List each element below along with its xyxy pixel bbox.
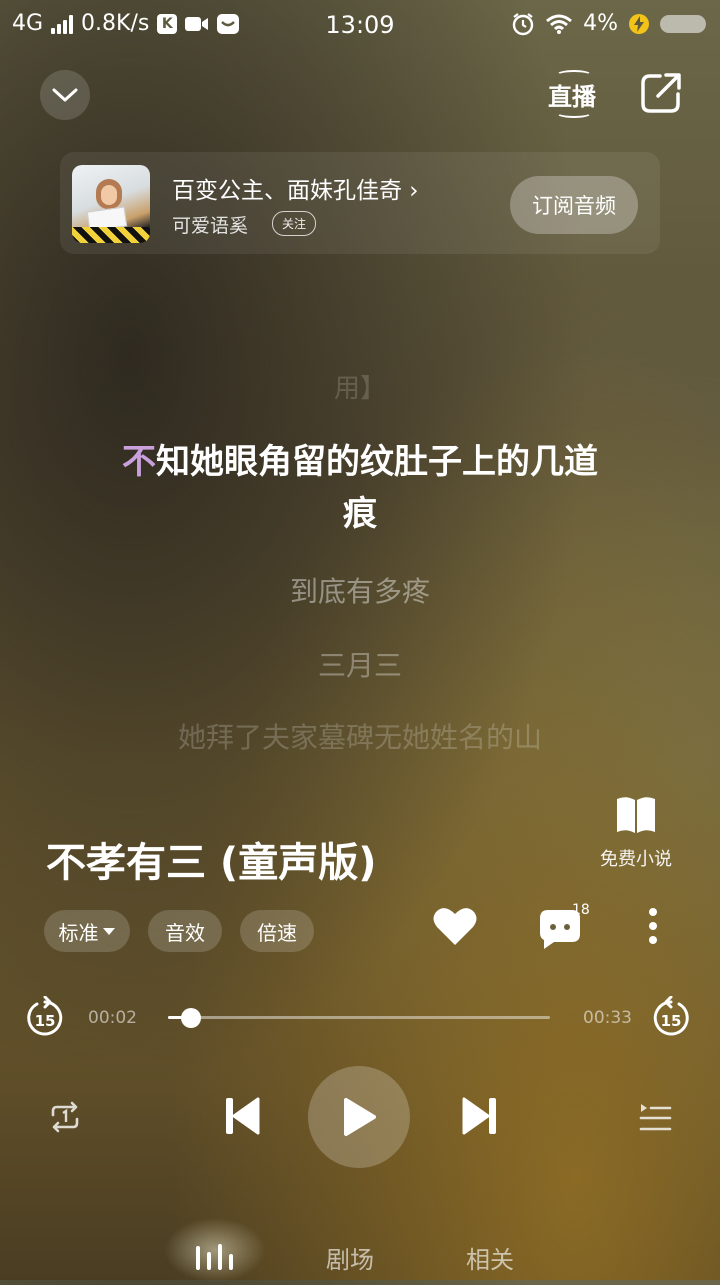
forward-15-icon: 15 (653, 995, 689, 1036)
repeat-mode-button[interactable] (46, 1098, 84, 1136)
follow-button[interactable]: 关注 (272, 211, 317, 236)
artist-avatar[interactable] (72, 165, 150, 243)
live-button[interactable]: 直播 (544, 70, 600, 118)
status-right: 4% (511, 11, 706, 36)
lyric-current-rest: 知她眼角留的纹肚子上的几道 (156, 442, 598, 482)
chevron-down-icon (52, 88, 78, 102)
share-icon (641, 73, 681, 113)
rewind-15-icon: 15 (27, 995, 63, 1036)
tab-player[interactable] (194, 1240, 234, 1272)
more-button[interactable] (640, 908, 666, 948)
lyric-next[interactable]: 三月三 (0, 644, 720, 684)
skip-back-15-button[interactable]: 15 (26, 995, 64, 1038)
song-title: 不孝有三 (童声版) (46, 840, 377, 886)
caret-down-icon (102, 928, 115, 935)
lyric-next[interactable]: 到底有多疼 (0, 570, 720, 610)
progress-track[interactable] (168, 1016, 550, 1019)
battery-icon (660, 14, 706, 33)
skip-previous-icon (226, 1097, 260, 1135)
comment-count: 18 (572, 902, 590, 918)
previous-button[interactable] (220, 1094, 264, 1138)
lyric-next[interactable]: 她拜了夫家墓碑无她姓名的山 (0, 716, 720, 756)
subscribe-audio-button[interactable]: 订阅音频 (510, 176, 638, 234)
speed-label: 倍速 (257, 920, 297, 945)
play-icon (344, 1098, 376, 1136)
comment-button[interactable]: 18 (538, 900, 598, 952)
battery-percent: 4% (583, 11, 618, 36)
sound-effect-button[interactable]: 音效 (148, 910, 222, 952)
like-button[interactable] (432, 905, 478, 951)
charging-icon (629, 13, 649, 34)
free-novel-label: 免费小说 (600, 849, 672, 870)
playlist-icon (639, 1104, 672, 1131)
sound-effect-label: 音效 (165, 920, 205, 945)
book-icon (617, 797, 655, 833)
artist-card[interactable]: 百变公主、面妹孔佳奇 › 可爱语奚 关注 订阅音频 (60, 152, 660, 254)
current-time: 00:02 (88, 1008, 137, 1028)
progress-thumb[interactable] (180, 1008, 201, 1028)
quality-select[interactable]: 标准 (44, 910, 130, 952)
heart-icon (433, 908, 477, 945)
lyric-previous: 用】 (333, 374, 386, 404)
artist-name[interactable]: 百变公主、面妹孔佳奇 › (172, 171, 419, 205)
forward-15-value: 15 (661, 1012, 682, 1030)
playlist-button[interactable] (636, 1098, 674, 1136)
speed-button[interactable]: 倍速 (240, 910, 314, 952)
wifi-icon (546, 14, 573, 34)
skip-forward-15-button[interactable]: 15 (652, 995, 690, 1038)
quality-label: 标准 (58, 920, 99, 945)
lyric-current[interactable]: 不知她眼角留的纹肚子上的几道 痕 (0, 436, 720, 540)
repeat-one-icon (51, 1101, 79, 1133)
rewind-15-value: 15 (35, 1012, 56, 1030)
play-button[interactable] (308, 1066, 410, 1168)
next-button[interactable] (458, 1094, 502, 1138)
audio-bars-icon (196, 1244, 233, 1270)
status-bar: 4G 0.8K/s K 13:09 4% (0, 0, 720, 50)
skip-next-icon (462, 1097, 496, 1135)
tab-related[interactable]: 相关 (466, 1240, 514, 1275)
lyric-current-highlight: 不 (122, 442, 156, 482)
share-button[interactable] (638, 70, 684, 116)
free-novel-button[interactable]: 免费小说 (590, 795, 682, 880)
channel-name[interactable]: 可爱语奚 (172, 211, 248, 238)
tab-theater[interactable]: 剧场 (326, 1240, 374, 1275)
total-time: 00:33 (583, 1008, 632, 1028)
live-label: 直播 (548, 82, 596, 111)
collapse-button[interactable] (40, 70, 90, 120)
subscribe-label: 订阅音频 (532, 194, 616, 218)
lyric-current-line2: 痕 (343, 494, 377, 534)
alarm-icon (512, 12, 534, 35)
